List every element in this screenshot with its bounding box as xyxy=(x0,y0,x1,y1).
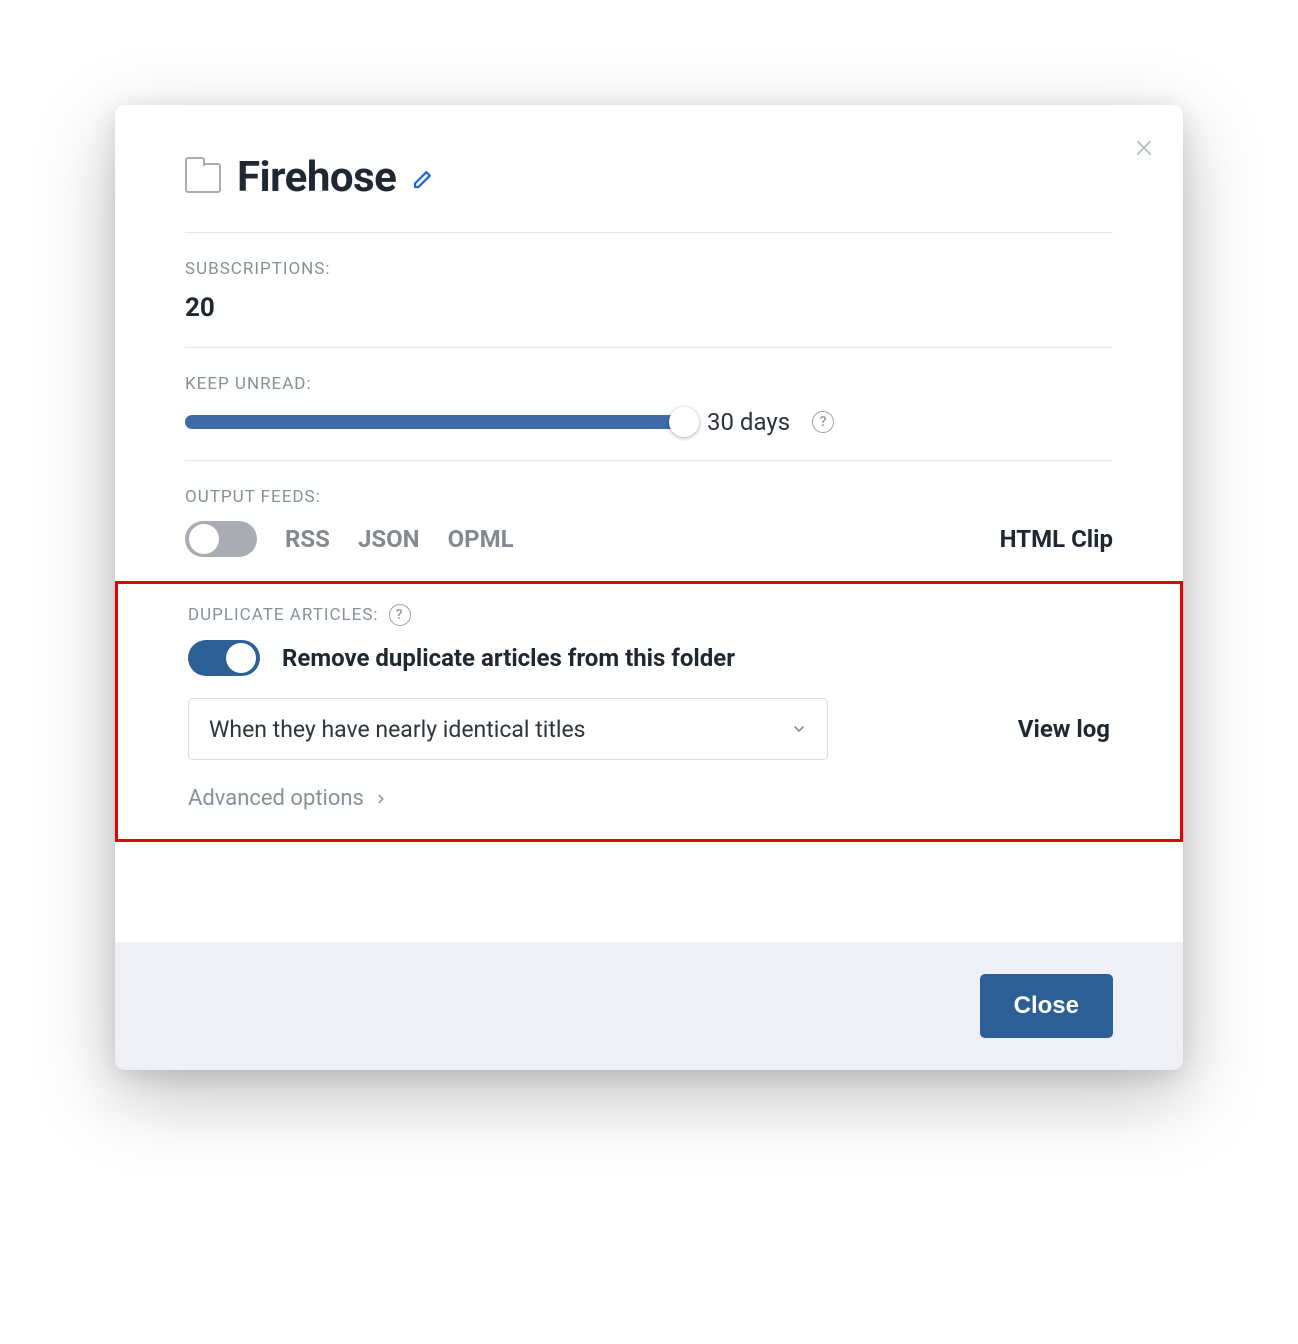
subscriptions-section: Subscriptions: 20 xyxy=(185,233,1113,348)
folder-title: Firehose xyxy=(237,153,396,202)
keep-unread-label: Keep unread: xyxy=(185,374,1113,394)
output-feeds-label: Output feeds: xyxy=(185,487,1113,507)
chevron-right-icon xyxy=(374,792,388,806)
output-feeds-toggle[interactable] xyxy=(185,521,257,557)
remove-duplicates-row: Remove duplicate articles from this fold… xyxy=(188,640,1110,676)
title-row: Firehose xyxy=(185,153,1113,233)
html-clip-link[interactable]: HTML Clip xyxy=(1000,525,1113,553)
subscriptions-value: 20 xyxy=(185,293,1113,323)
remove-duplicates-label: Remove duplicate articles from this fold… xyxy=(282,644,735,672)
folder-icon xyxy=(185,163,221,193)
output-feeds-section: Output feeds: RSS JSON OPML HTML Clip xyxy=(185,461,1113,581)
duplicate-articles-label: Duplicate articles: ? xyxy=(188,604,1110,626)
advanced-options-label: Advanced options xyxy=(188,786,364,811)
duplicate-articles-section: Duplicate articles: ? Remove duplicate a… xyxy=(115,581,1183,842)
close-button[interactable]: Close xyxy=(980,974,1113,1038)
help-icon[interactable]: ? xyxy=(812,411,834,433)
chevron-down-icon xyxy=(791,721,807,737)
opml-link[interactable]: OPML xyxy=(448,525,514,553)
modal-footer: Close xyxy=(115,942,1183,1070)
folder-settings-modal: × Firehose Subscriptions: 20 Keep unread… xyxy=(115,105,1183,1070)
toggle-knob xyxy=(226,643,256,673)
toggle-knob xyxy=(189,524,219,554)
subscriptions-label: Subscriptions: xyxy=(185,259,1113,279)
rss-link[interactable]: RSS xyxy=(285,525,330,553)
keep-unread-value: 30 days xyxy=(707,408,790,436)
keep-unread-section: Keep unread: 30 days ? xyxy=(185,348,1113,461)
remove-duplicates-toggle[interactable] xyxy=(188,640,260,676)
keep-unread-slider-row: 30 days ? xyxy=(185,408,1113,436)
duplicate-mode-value: When they have nearly identical titles xyxy=(209,716,586,743)
slider-thumb[interactable] xyxy=(669,407,699,437)
view-log-link[interactable]: View log xyxy=(1018,715,1110,743)
duplicate-mode-row: When they have nearly identical titles V… xyxy=(188,698,1110,760)
edit-icon[interactable] xyxy=(412,166,436,190)
duplicate-articles-label-text: Duplicate articles: xyxy=(188,605,379,625)
duplicate-mode-select[interactable]: When they have nearly identical titles xyxy=(188,698,828,760)
modal-body: Firehose Subscriptions: 20 Keep unread: … xyxy=(115,105,1183,882)
close-icon[interactable]: × xyxy=(1135,129,1153,163)
help-icon[interactable]: ? xyxy=(389,604,411,626)
advanced-options-link[interactable]: Advanced options xyxy=(188,786,1110,811)
keep-unread-slider[interactable] xyxy=(185,415,685,429)
output-feeds-row: RSS JSON OPML HTML Clip xyxy=(185,521,1113,557)
json-link[interactable]: JSON xyxy=(358,525,420,553)
